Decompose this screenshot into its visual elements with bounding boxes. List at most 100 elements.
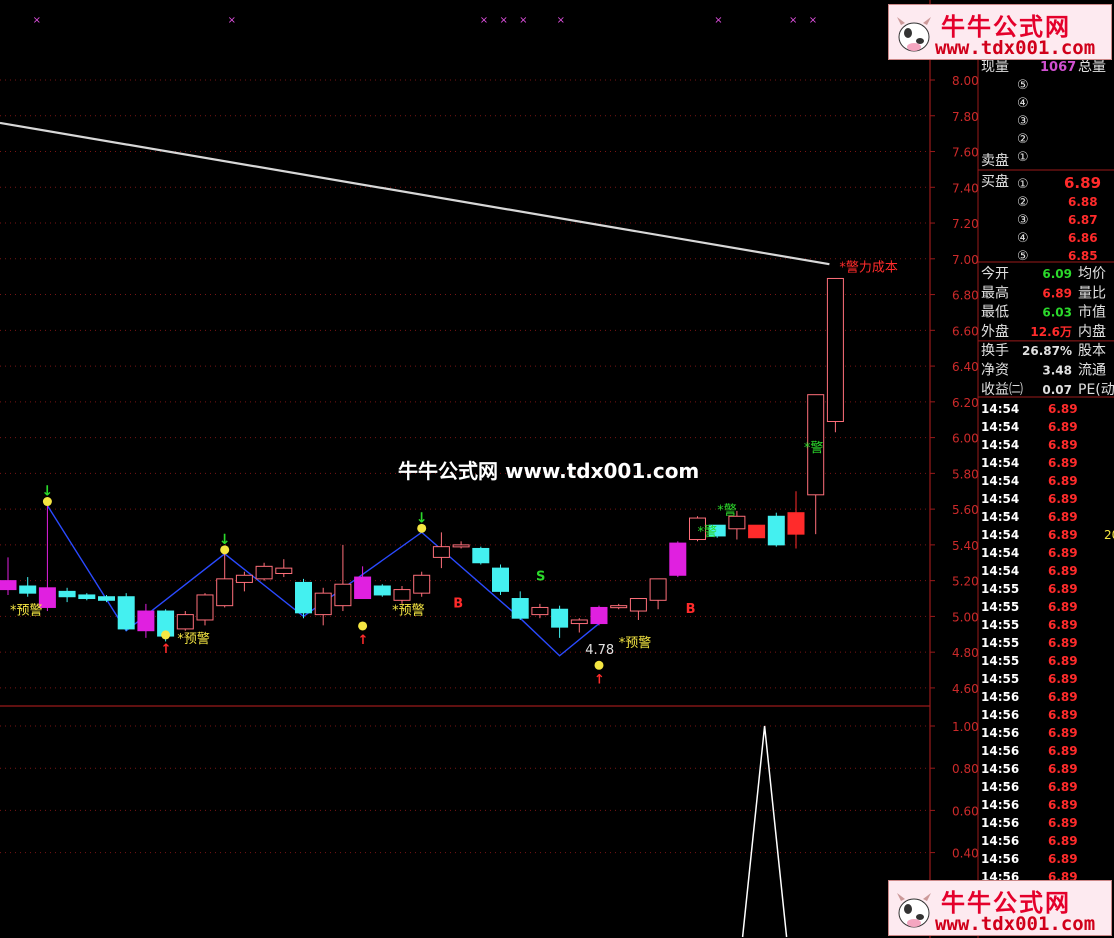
candle-body	[176, 614, 194, 630]
tick-time: 14:55	[981, 618, 1019, 632]
logo-top: 牛牛公式网 www.tdx001.com	[888, 4, 1112, 60]
stat-right-label: 均价	[1078, 266, 1106, 282]
price-tick-label: 5.00	[952, 610, 979, 624]
tick-time: 14:56	[981, 780, 1019, 794]
price-tick-label: 7.60	[952, 146, 979, 160]
lower-tick-label: 0.60	[952, 804, 979, 818]
tick-price: 6.89	[1048, 600, 1078, 614]
stat-label: 今开	[981, 266, 1009, 282]
tick-time: 14:54	[981, 456, 1019, 470]
candle-body	[235, 574, 253, 583]
signal-label: *预警	[619, 635, 652, 651]
tick-price: 6.89	[1048, 402, 1078, 416]
logo-url: www.tdx001.com	[935, 37, 1096, 59]
buy-level-number: ④	[1017, 231, 1029, 246]
price-tick-label: 5.20	[952, 575, 979, 589]
stat-value: 6.09	[1042, 267, 1072, 281]
tick-time: 14:54	[981, 546, 1019, 560]
price-tick-label: 6.00	[952, 432, 979, 446]
cow-logo-icon	[897, 17, 931, 52]
cost-ma-line	[0, 121, 830, 266]
price-tick-label: 4.60	[952, 682, 979, 696]
candle-body	[334, 583, 352, 607]
candle-body	[19, 585, 37, 594]
tick-time: 14:54	[981, 420, 1019, 434]
price-tick-label: 6.40	[952, 360, 979, 374]
price-tick-label: 7.40	[952, 181, 979, 195]
center-watermark: 牛牛公式网 www.tdx001.com	[398, 459, 700, 483]
tick-price: 6.89	[1048, 420, 1078, 434]
tick-price: 6.89	[1048, 474, 1078, 488]
tick-price: 6.89	[1048, 438, 1078, 452]
tick-price: 6.89	[1048, 672, 1078, 686]
candle-body	[255, 565, 273, 580]
candle-body	[590, 606, 608, 625]
tick-time: 14:56	[981, 708, 1019, 722]
stat-value: 12.6万	[1030, 325, 1072, 339]
stat-value: 6.89	[1042, 286, 1072, 300]
stat-right-label: 市值	[1078, 304, 1106, 321]
candle-body	[826, 277, 844, 423]
stat-label: 换手	[981, 342, 1009, 359]
candle-body	[629, 598, 647, 612]
tick-price: 6.89	[1048, 456, 1078, 470]
stat-right-label: 内盘	[1078, 323, 1106, 340]
top-marker: ×	[499, 15, 507, 26]
candle-body	[570, 619, 588, 625]
signal-label: B	[686, 602, 696, 617]
top-marker: ×	[33, 15, 41, 26]
logo-url: www.tdx001.com	[935, 913, 1096, 935]
tick-time: 14:54	[981, 438, 1019, 452]
tick-price: 6.89	[1048, 762, 1078, 776]
candle-body	[0, 580, 17, 591]
candle-body	[551, 608, 569, 628]
tick-time: 14:56	[981, 726, 1019, 740]
candle-body	[610, 605, 628, 609]
buy-price: 6.86	[1068, 231, 1098, 245]
label-buy: 买盘	[981, 173, 1009, 190]
candle-body	[511, 598, 529, 619]
tick-price: 6.89	[1048, 726, 1078, 740]
price-tick-label: 7.20	[952, 217, 979, 231]
tick-time: 14:54	[981, 528, 1019, 542]
sell-level-number: ②	[1017, 132, 1029, 147]
tick-time: 14:54	[981, 510, 1019, 524]
stat-value: 0.07	[1042, 383, 1072, 397]
sell-level-number: ③	[1017, 114, 1029, 129]
lower-tick-label: 0.80	[952, 762, 979, 776]
up-arrow-icon: ↑	[161, 642, 172, 657]
stat-label: 净资	[981, 363, 1009, 379]
candle-body	[216, 578, 234, 607]
top-marker: ×	[228, 15, 236, 26]
top-marker: ×	[519, 15, 527, 26]
stat-right-label: 股本	[1078, 343, 1106, 359]
indicator-spike	[741, 725, 788, 938]
candle-body	[117, 596, 135, 630]
candle-body	[137, 610, 155, 632]
price-tick-label: 6.20	[952, 396, 979, 410]
candle-body	[669, 542, 687, 576]
stat-right-label: 量比	[1078, 285, 1106, 301]
top-marker: ×	[480, 15, 488, 26]
buy-level-number: ②	[1017, 195, 1029, 210]
tick-price: 6.89	[1048, 690, 1078, 704]
stat-value: 26.87%	[1022, 344, 1072, 358]
stat-value: 3.48	[1042, 364, 1072, 378]
buy-price: 6.88	[1068, 195, 1098, 209]
tick-price: 6.89	[1048, 798, 1078, 812]
up-arrow-icon: ↑	[594, 672, 605, 687]
candle-body	[373, 585, 391, 596]
tick-time: 14:56	[981, 852, 1019, 866]
tick-price: 6.89	[1048, 708, 1078, 722]
tick-price: 6.89	[1048, 564, 1078, 578]
sell-level-number: ⑤	[1017, 78, 1029, 93]
sell-level-number: ①	[1017, 150, 1029, 165]
tick-time: 14:55	[981, 672, 1019, 686]
tick-time: 14:56	[981, 690, 1019, 704]
signal-label: *警	[717, 502, 737, 518]
stat-right-label: PE(动	[1078, 382, 1114, 398]
stat-label: 收益㈡	[981, 382, 1023, 398]
tick-time: 14:54	[981, 564, 1019, 578]
label-sell: 卖盘	[981, 152, 1009, 169]
buy-level-number: ③	[1017, 213, 1029, 228]
